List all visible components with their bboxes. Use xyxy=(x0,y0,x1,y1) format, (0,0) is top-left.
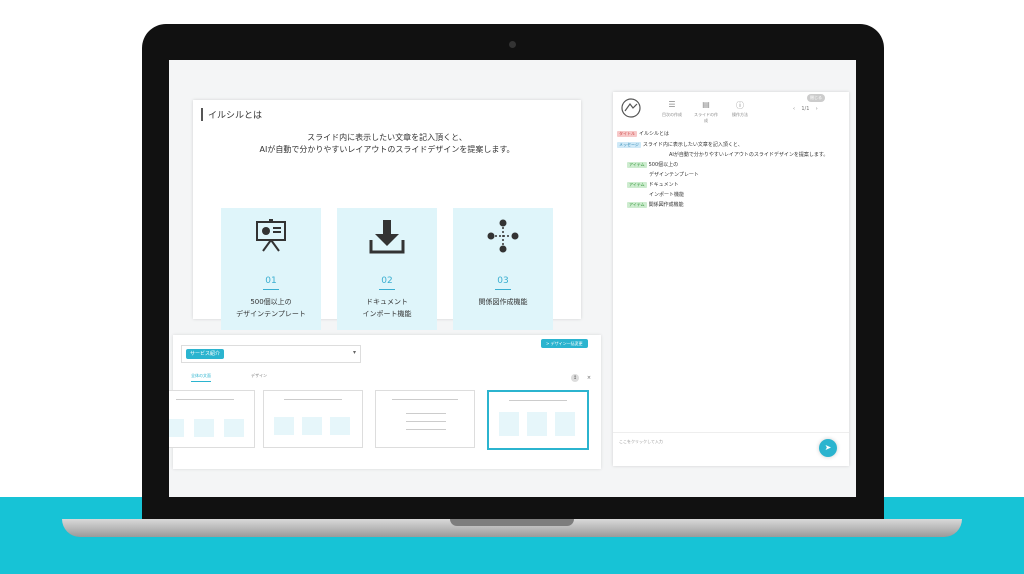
template-thumbnail-4-selected[interactable] xyxy=(487,390,589,450)
tab-design[interactable]: デザイン xyxy=(251,373,267,379)
toc-create-tool[interactable]: ☰ 目次の作成 xyxy=(659,100,685,118)
outline-row[interactable]: デザインテンプレート xyxy=(649,171,699,178)
template-select[interactable]: サービス紹介 ▾ xyxy=(181,345,361,363)
feature-number: 03 xyxy=(497,276,509,286)
laptop-base-notch xyxy=(450,519,574,526)
bulk-design-change-button[interactable]: > デザイン一括変更 xyxy=(541,339,588,348)
chevron-down-icon: ▾ xyxy=(352,349,356,356)
feature-underline xyxy=(495,289,511,290)
template-thumbnail-1[interactable] xyxy=(169,390,255,448)
input-placeholder: ここをクリックして入力 xyxy=(619,439,663,444)
outline-row[interactable]: アイテム 関係図作成機能 xyxy=(627,201,684,208)
feature-underline xyxy=(379,289,395,290)
template-thumbnail-2[interactable] xyxy=(263,390,363,448)
feature-label: 関係図作成機能 xyxy=(478,298,528,306)
send-icon[interactable]: ➤ xyxy=(819,439,837,457)
outline-row[interactable]: アイテム ドキュメント xyxy=(627,181,679,188)
presentation-board-icon xyxy=(256,219,286,252)
outline-editor-panel: ☰ 目次の作成 ▤ スライドの作成 ⓘ 操作方法 ‹ 1/1 › タイトル イルシ… xyxy=(613,92,849,466)
help-tool[interactable]: ⓘ 操作方法 xyxy=(727,100,753,118)
feature-number: 02 xyxy=(381,276,393,286)
sort-icon[interactable]: ↕ xyxy=(571,374,579,382)
outline-row[interactable]: AIが自動で分かりやすいレイアウトのスライドデザインを提案します。 xyxy=(669,151,828,158)
feature-label: 500個以上の デザインテンプレート xyxy=(236,298,306,318)
tab-text[interactable]: 全体の文面 xyxy=(191,373,211,382)
slide-text-line-2: AIが自動で分かりやすいレイアウトのスライドデザインを提案します。 xyxy=(259,145,515,154)
slide-heading: イルシルとは xyxy=(201,108,262,121)
outline-row[interactable]: メッセージ スライド内に表示したい文章を記入頂くと、 xyxy=(617,141,743,148)
feature-number: 01 xyxy=(265,276,277,286)
app-logo-icon xyxy=(621,98,641,118)
relationship-diagram-icon xyxy=(487,219,519,253)
close-icon[interactable]: × xyxy=(585,374,593,382)
download-icon xyxy=(369,220,405,254)
page-indicator: ‹ 1/1 › xyxy=(793,106,818,112)
webcam xyxy=(509,41,516,48)
feature-underline xyxy=(263,289,279,290)
feature-card-2: 02 ドキュメント インポート機能 xyxy=(337,208,437,330)
help-icon: ⓘ xyxy=(736,101,744,110)
feature-card-3: 03 関係図作成機能 xyxy=(453,208,553,330)
document-icon: ▤ xyxy=(702,100,710,109)
app-screen: イルシルとは スライド内に表示したい文章を記入頂くと、 AIが自動で分かりやすい… xyxy=(169,60,856,497)
selected-category-tag: サービス紹介 xyxy=(186,349,225,359)
list-icon: ☰ xyxy=(668,100,676,109)
outline-row[interactable]: インポート機能 xyxy=(649,191,684,198)
outline-row[interactable]: タイトル イルシルとは xyxy=(617,130,669,137)
template-thumbnail-3[interactable] xyxy=(375,390,475,448)
feature-card-1: 01 500個以上の デザインテンプレート xyxy=(221,208,321,330)
slide-preview[interactable]: イルシルとは スライド内に表示したい文章を記入頂くと、 AIが自動で分かりやすい… xyxy=(193,100,581,330)
feature-label: ドキュメント インポート機能 xyxy=(362,298,412,318)
outline-row[interactable]: アイテム 500個以上の xyxy=(627,161,678,168)
slide-text-line-1: スライド内に表示したい文章を記入頂くと、 xyxy=(307,133,467,142)
slide-create-tool[interactable]: ▤ スライドの作成 xyxy=(693,100,719,124)
chevron-right-icon[interactable]: › xyxy=(816,106,818,112)
chevron-left-icon[interactable]: ‹ xyxy=(793,106,795,112)
close-panel-button[interactable]: 閉じる xyxy=(807,94,825,102)
design-panel: サービス紹介 ▾ > デザイン一括変更 全体の文面 デザイン ↕ × xyxy=(169,335,601,469)
chat-input[interactable]: ここをクリックして入力 ➤ xyxy=(613,432,849,467)
